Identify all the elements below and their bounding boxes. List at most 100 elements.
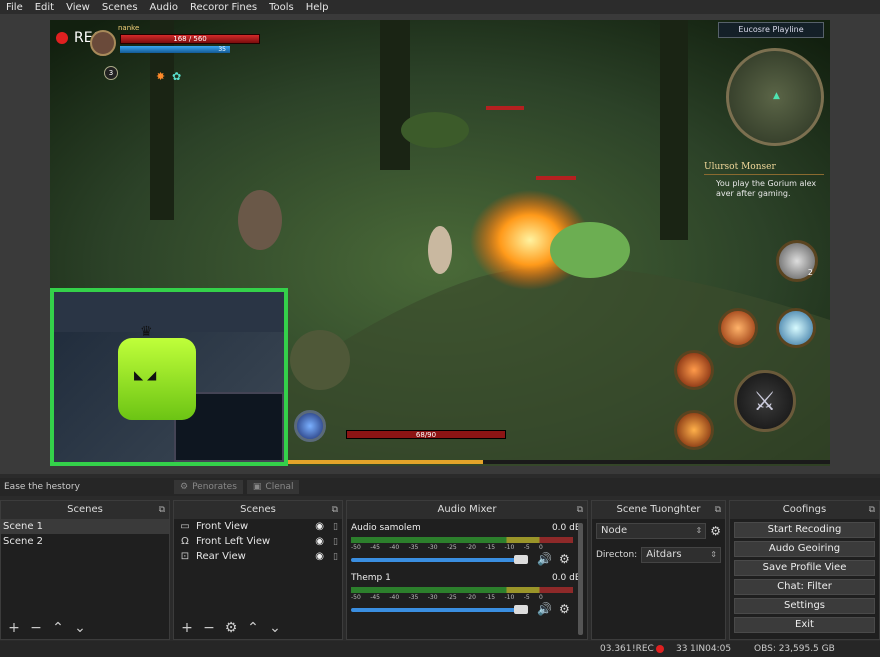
player-level: 3: [104, 66, 118, 80]
attack-button[interactable]: ⚔: [734, 370, 796, 432]
skill-slot-slash[interactable]: [674, 410, 714, 450]
chevron-updown-icon: ⇕: [695, 526, 703, 535]
tick: -15: [485, 544, 496, 551]
start-recording-button[interactable]: Start Recoding: [734, 522, 875, 538]
transition-type-select[interactable]: Node ⇕: [596, 523, 707, 539]
history-title: Ease the hestory: [4, 482, 80, 492]
remove-icon[interactable]: −: [27, 620, 45, 636]
fader-rail[interactable]: [351, 608, 526, 612]
clenal-button[interactable]: ▣ Clenal: [246, 480, 300, 494]
tick: -5: [523, 544, 530, 551]
source-item[interactable]: Ω Front Left View ◉ ▯: [174, 534, 342, 549]
move-down-icon[interactable]: ⌄: [266, 620, 284, 636]
secondary-skill-slot[interactable]: [294, 410, 326, 442]
gear-icon[interactable]: ⚙: [222, 620, 240, 636]
settings-button[interactable]: Settings: [734, 598, 875, 614]
scenes-title: Scenes: [67, 504, 103, 515]
status-frame-info: 03.361: [600, 644, 632, 654]
duration-input[interactable]: Aitdars ⇕: [641, 547, 721, 563]
menu-help[interactable]: Help: [300, 2, 335, 13]
gear-icon[interactable]: ⚙: [559, 602, 570, 616]
menu-view[interactable]: View: [60, 2, 96, 13]
move-down-icon[interactable]: ⌄: [71, 620, 89, 636]
speaker-icon[interactable]: 🔊: [537, 552, 552, 566]
rec-dot-icon: [656, 645, 664, 653]
tick: -50: [351, 594, 361, 601]
minimap[interactable]: ▲: [726, 48, 824, 146]
skill-slot-potion[interactable]: 2: [776, 240, 818, 282]
tick: -15: [485, 594, 496, 601]
skill-slot-dash[interactable]: [674, 350, 714, 390]
popout-icon[interactable]: ⧉: [332, 501, 338, 519]
fader-rail[interactable]: [351, 558, 526, 562]
fire-buff-icon: ✸: [156, 70, 166, 83]
volume-meter: [351, 587, 573, 593]
menu-edit[interactable]: Edit: [29, 2, 60, 13]
skill-slot-fire[interactable]: [718, 308, 758, 348]
visibility-eye-icon[interactable]: ◉: [315, 551, 324, 562]
popout-icon[interactable]: ⧉: [715, 501, 721, 519]
chevron-updown-icon: ⇕: [710, 550, 717, 559]
exit-button[interactable]: Exit: [734, 617, 875, 633]
gear-icon[interactable]: ⚙: [710, 524, 721, 538]
lock-icon[interactable]: ▯: [333, 537, 338, 547]
tick: -10: [504, 594, 515, 601]
transitions-header: Scene Tuonghter ⧉: [592, 501, 725, 519]
bus-icon: ⊡: [180, 551, 190, 562]
status-disk: OBS: 23,595.5 GB: [754, 644, 835, 654]
webcam-overlay[interactable]: ♛ ◣ ◢: [50, 288, 288, 466]
controls-header: Coofings ⧉: [730, 501, 879, 519]
tick: -50: [351, 544, 361, 551]
menu-file[interactable]: File: [0, 2, 29, 13]
mascot-cat-cube: ♛ ◣ ◢: [118, 324, 196, 420]
add-icon[interactable]: +: [178, 620, 196, 636]
source-item[interactable]: ⊡ Rear View ◉ ▯: [174, 549, 342, 564]
chat-filter-button[interactable]: Chat: Filter: [734, 579, 875, 595]
scene-item[interactable]: Scene 1: [1, 519, 169, 534]
penorates-button[interactable]: ⚙ Penorates: [174, 480, 243, 494]
visibility-eye-icon[interactable]: ◉: [315, 536, 324, 547]
game-preview[interactable]: REC nanke 168 / 560 35 3 ✸ ✿ Eucosre Pla…: [50, 20, 830, 466]
popout-icon[interactable]: ⧉: [869, 501, 875, 519]
volume-meter: [351, 537, 573, 543]
move-up-icon[interactable]: ⌃: [244, 620, 262, 636]
menu-scenes[interactable]: Scenes: [96, 2, 144, 13]
scene-item[interactable]: Scene 2: [1, 534, 169, 549]
lock-icon[interactable]: ▯: [333, 522, 338, 532]
webcam-background: [54, 292, 284, 332]
volume-fader[interactable]: 🔊 ⚙: [351, 602, 583, 616]
skill-slot-ice[interactable]: [776, 308, 816, 348]
fader-knob[interactable]: [514, 605, 528, 614]
player-name: nanke: [118, 24, 140, 32]
menu-audio[interactable]: Audio: [144, 2, 184, 13]
gear-icon[interactable]: ⚙: [559, 552, 570, 566]
save-profile-button[interactable]: Save Profile Viee: [734, 560, 875, 576]
visibility-eye-icon[interactable]: ◉: [315, 521, 324, 532]
history-bar: Ease the hestory ⚙ Penorates ▣ Clenal: [0, 478, 880, 496]
mixer-scrollbar[interactable]: [578, 523, 583, 635]
audio-track: Audio samolem 0.0 dB -50 -45 -40 -35 -30 -25-…: [347, 519, 587, 569]
quest-tracker[interactable]: Ulursot Monser You play the Gorium alex …: [704, 160, 824, 199]
tick: 0: [539, 594, 543, 601]
scenes-panel: Scenes ⧉ Scene 1 Scene 2 + − ⌃ ⌄: [0, 500, 170, 640]
status-time: 1IN04:05: [690, 644, 732, 654]
move-up-icon[interactable]: ⌃: [49, 620, 67, 636]
remove-icon[interactable]: −: [200, 620, 218, 636]
volume-fader[interactable]: 🔊 ⚙: [351, 552, 583, 566]
menu-tools[interactable]: Tools: [263, 2, 300, 13]
add-icon[interactable]: +: [5, 620, 23, 636]
fader-knob[interactable]: [514, 555, 528, 564]
xp-bar: [288, 460, 830, 464]
audio-settings-button[interactable]: Audo Geoiring: [734, 541, 875, 557]
popout-icon[interactable]: ⧉: [159, 501, 165, 519]
popout-icon[interactable]: ⧉: [577, 501, 583, 519]
tick: -45: [370, 594, 380, 601]
player-marker-icon: ▲: [773, 91, 780, 101]
menu-recorder-files[interactable]: Recoror Fines: [184, 2, 263, 13]
lock-icon[interactable]: ▯: [333, 552, 338, 562]
menu-bar: File Edit View Scenes Audio Recoror Fine…: [0, 0, 880, 14]
speaker-icon[interactable]: 🔊: [537, 602, 552, 616]
source-label: Front Left View: [196, 536, 271, 547]
tick: -40: [389, 594, 400, 601]
source-item[interactable]: ▭ Front View ◉ ▯: [174, 519, 342, 534]
